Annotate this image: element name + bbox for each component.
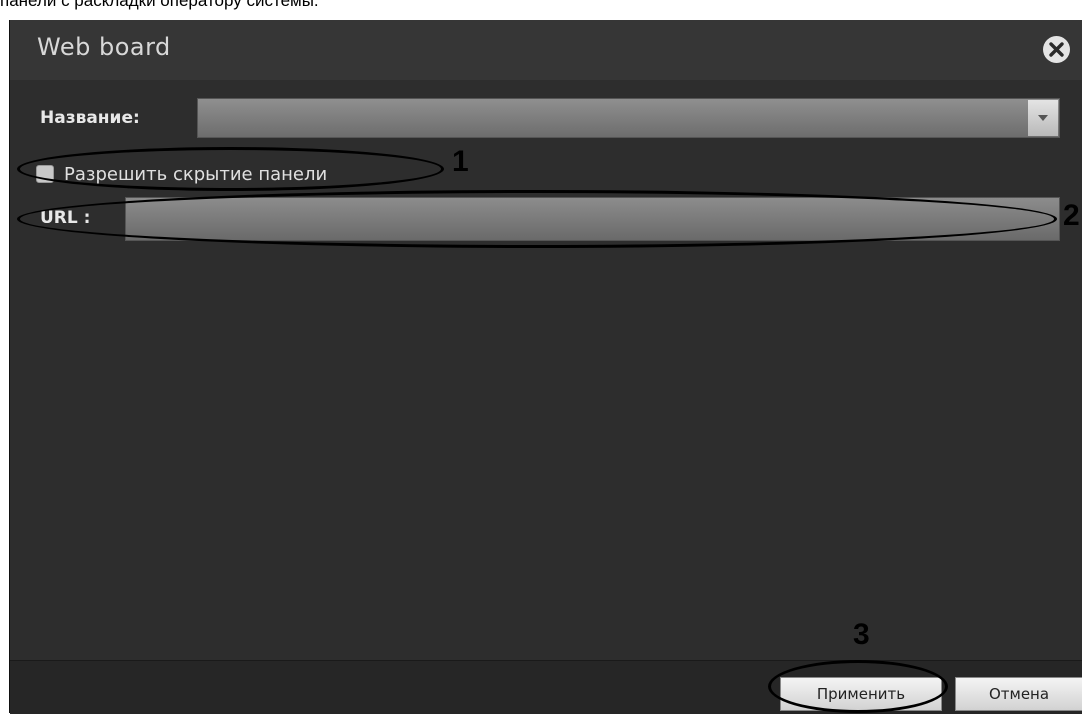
dialog-footer: Применить Отмена (10, 660, 1082, 714)
page-caption: панели с раскладки оператору системы. (0, 0, 319, 10)
allow-hide-checkbox[interactable] (36, 165, 54, 183)
close-icon (1049, 42, 1064, 57)
allow-hide-row[interactable]: Разрешить скрытие панели (36, 159, 327, 189)
dialog-content: Название: Разрешить скрытие панели URL : (10, 80, 1082, 660)
dialog-title: Web board (37, 33, 171, 61)
url-label: URL : (40, 208, 91, 228)
annotation-number-2: 2 (1063, 199, 1080, 232)
close-button[interactable] (1043, 36, 1070, 63)
url-input[interactable] (125, 197, 1060, 241)
apply-button[interactable]: Применить (780, 677, 942, 711)
annotation-number-1: 1 (452, 145, 469, 178)
name-select[interactable] (197, 98, 1060, 138)
allow-hide-label: Разрешить скрытие панели (64, 163, 328, 185)
annotation-number-3: 3 (853, 618, 870, 651)
web-board-dialog: Web board Название: Разрешить скрытие па… (9, 20, 1082, 714)
name-label: Название: (40, 108, 140, 128)
chevron-down-icon (1038, 115, 1048, 121)
dialog-titlebar: Web board (10, 20, 1082, 80)
cancel-button[interactable]: Отмена (955, 677, 1082, 711)
dropdown-button[interactable] (1028, 100, 1058, 136)
